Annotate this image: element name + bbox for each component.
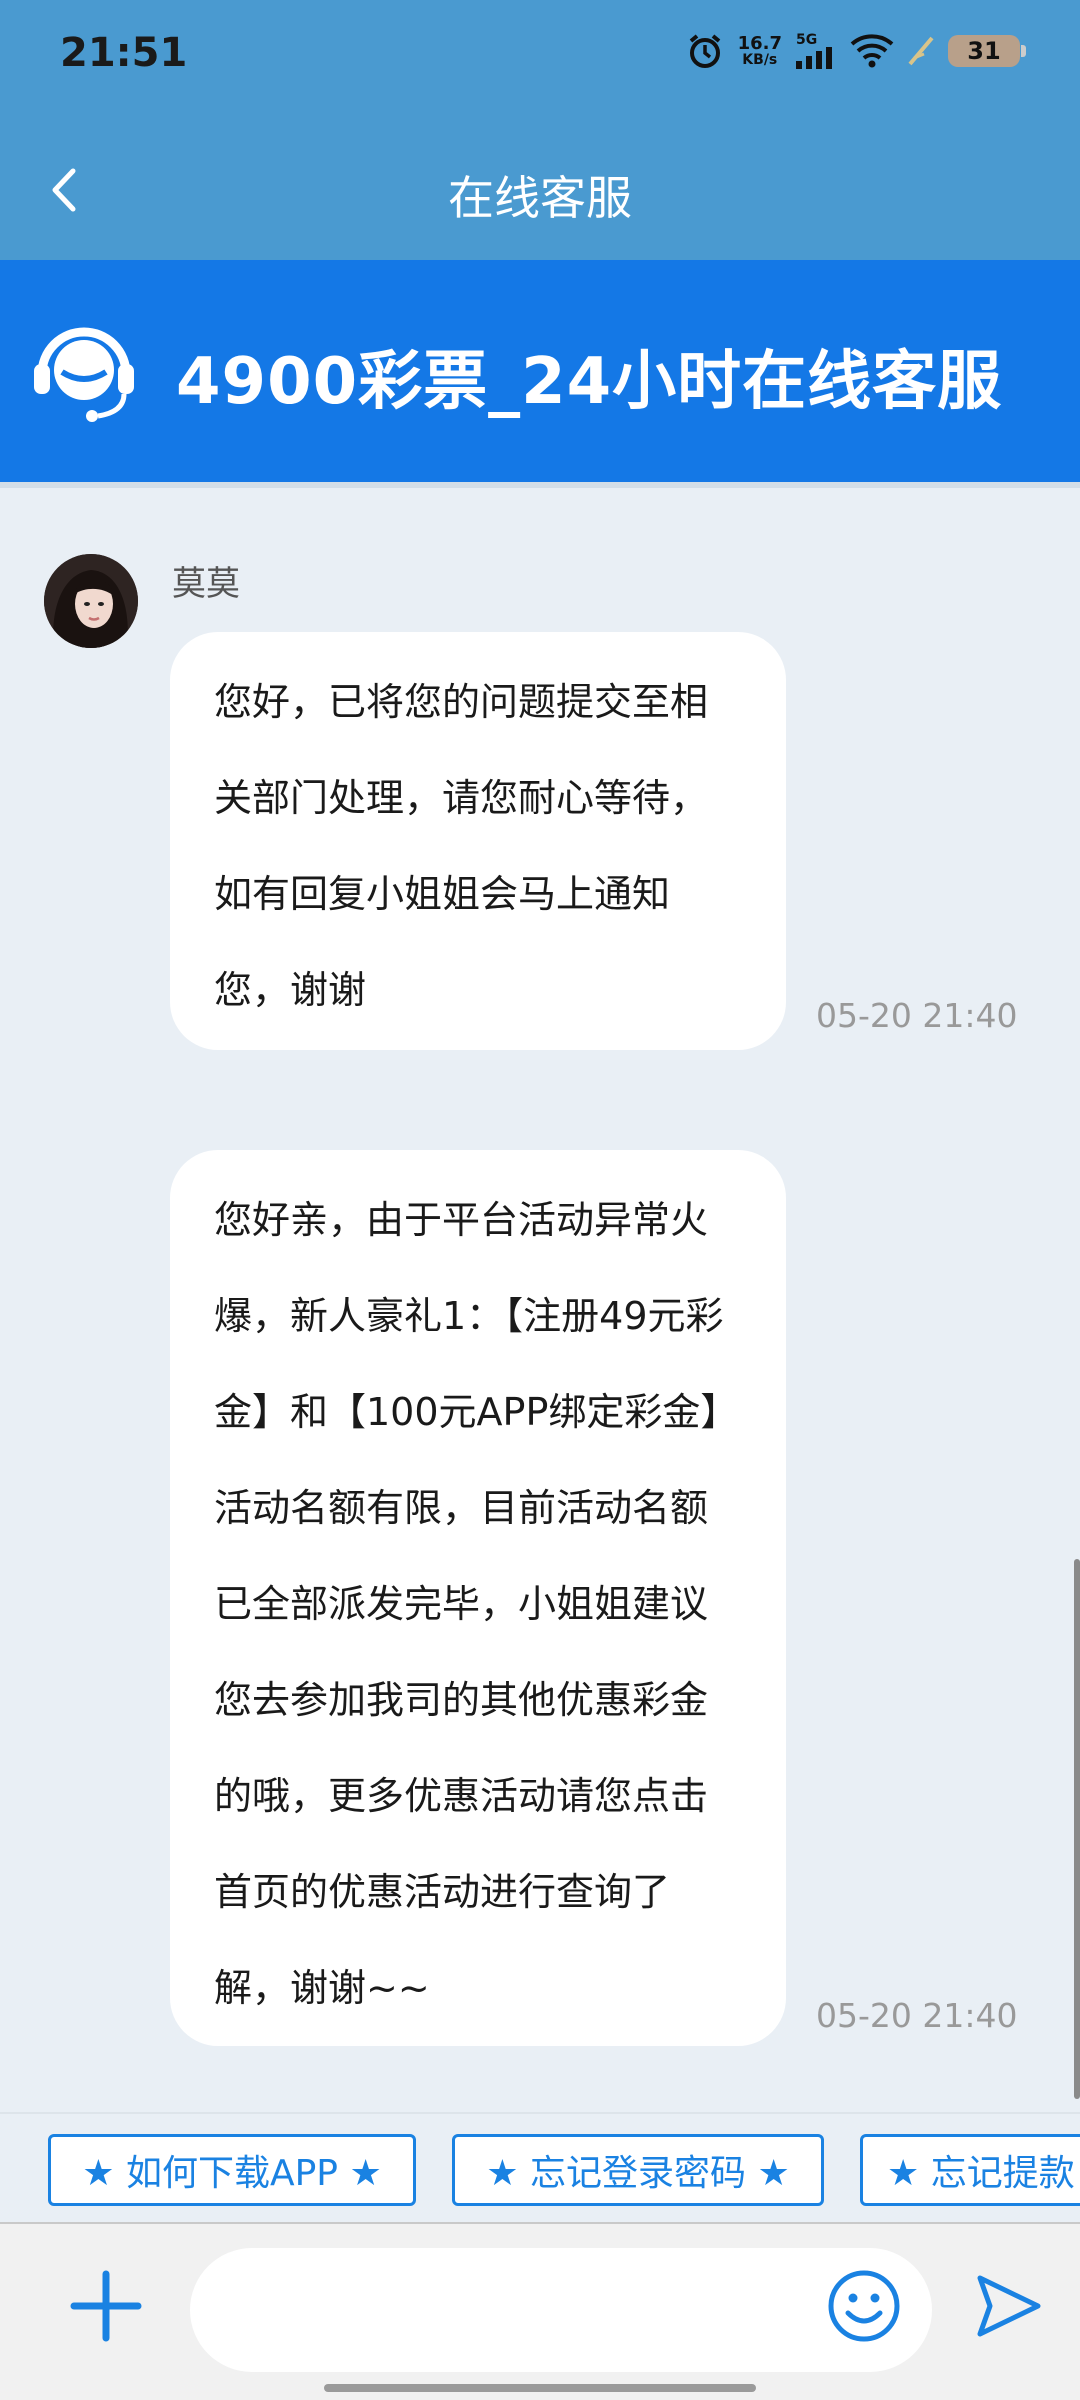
service-banner: 4900彩票_24小时在线客服 [0,260,1080,488]
message-text: 您好亲，由于平台活动异常火爆，新人豪礼1：【注册49元彩金】和【100元APP绑… [214,1198,739,2010]
status-bar: 21:51 16.7 KB/s 5G 31 [0,0,1080,120]
banner-title: 4900彩票_24小时在线客服 [176,345,1003,419]
message-text: 您好，已将您的问题提交至相关部门处理，请您耐心等待，如有回复小姐姐会马上通知您，… [214,680,709,1012]
message-timestamp: 05-20 21:40 [816,1996,1018,2035]
send-icon [977,2275,1041,2337]
title-bar: 在线客服 [0,120,1080,260]
network-speed-value: 16.7 [737,33,782,54]
message-bubble: 您好亲，由于平台活动异常火爆，新人豪礼1：【注册49元彩金】和【100元APP绑… [170,1150,786,2046]
agent-name: 莫莫 [172,564,240,604]
message-input[interactable] [190,2248,932,2372]
send-button[interactable] [972,2270,1044,2342]
wifi-icon [850,34,894,68]
charging-icon [908,36,934,66]
message-timestamp: 05-20 21:40 [816,996,1018,1035]
quick-reply-bar[interactable]: ★ 如何下载APP ★ ★ 忘记登录密码 ★ ★ 忘记提款 [0,2112,1080,2222]
agent-avatar[interactable] [44,554,138,648]
signal-icon: 5G [796,33,836,69]
status-time: 21:51 [60,30,188,76]
input-bar [0,2222,1080,2400]
plus-icon [70,2270,142,2342]
emoji-icon [828,2270,900,2342]
network-speed: 16.7 KB/s [737,33,782,68]
battery-icon: 31 [948,35,1026,67]
agent-avatar-image [44,554,138,648]
attach-button[interactable] [66,2266,146,2346]
network-type-label: 5G [796,32,818,48]
network-speed-unit: KB/s [742,52,778,68]
headset-icon [34,327,134,422]
chat-area[interactable]: 莫莫 您好，已将您的问题提交至相关部门处理，请您耐心等待，如有回复小姐姐会马上通… [0,494,1080,2112]
message-bubble: 您好，已将您的问题提交至相关部门处理，请您耐心等待，如有回复小姐姐会马上通知您，… [170,632,786,1050]
battery-level: 31 [967,37,1001,65]
page-title: 在线客服 [448,171,632,225]
status-icons: 16.7 KB/s 5G 31 [686,32,1026,70]
alarm-icon [686,32,724,70]
emoji-button[interactable] [826,2268,902,2344]
quick-reply-forgot-login-password[interactable]: ★ 忘记登录密码 ★ [452,2134,824,2206]
home-indicator[interactable] [324,2384,756,2392]
quick-reply-forgot-withdraw-password[interactable]: ★ 忘记提款 [860,2134,1080,2206]
quick-reply-download-app[interactable]: ★ 如何下载APP ★ [48,2134,416,2206]
chat-scrollbar[interactable] [1074,1559,1080,2099]
